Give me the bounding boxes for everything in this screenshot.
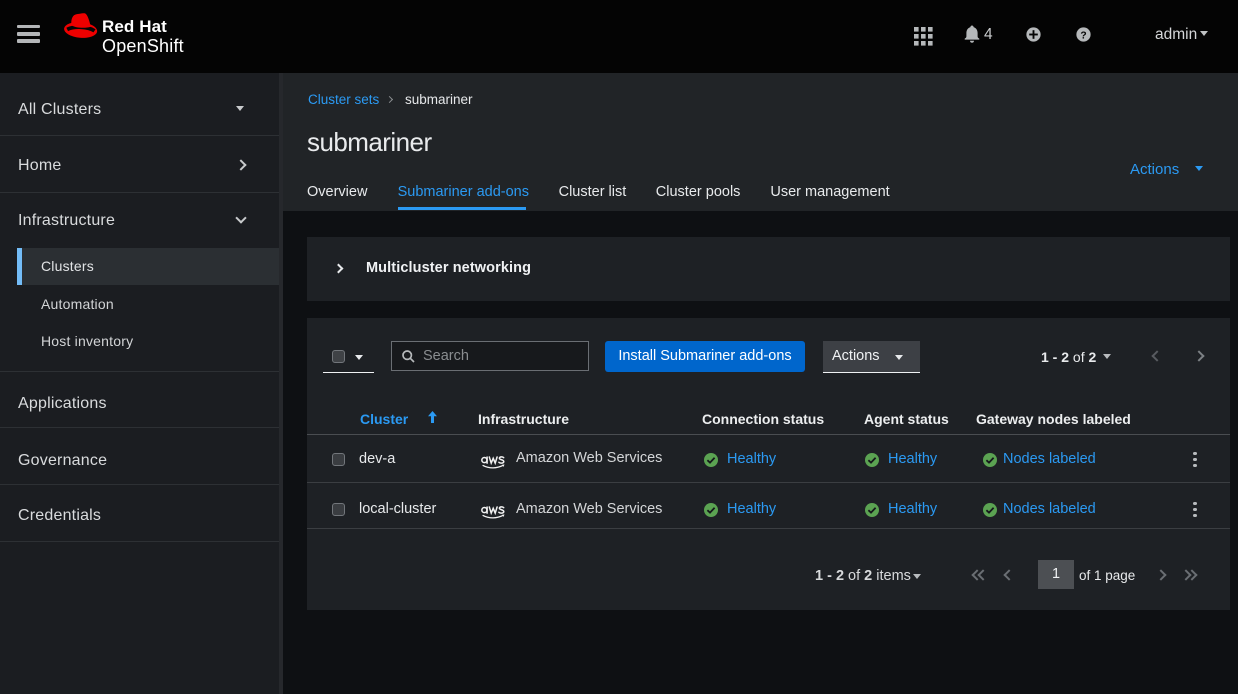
svg-text:?: ? bbox=[1080, 30, 1086, 41]
